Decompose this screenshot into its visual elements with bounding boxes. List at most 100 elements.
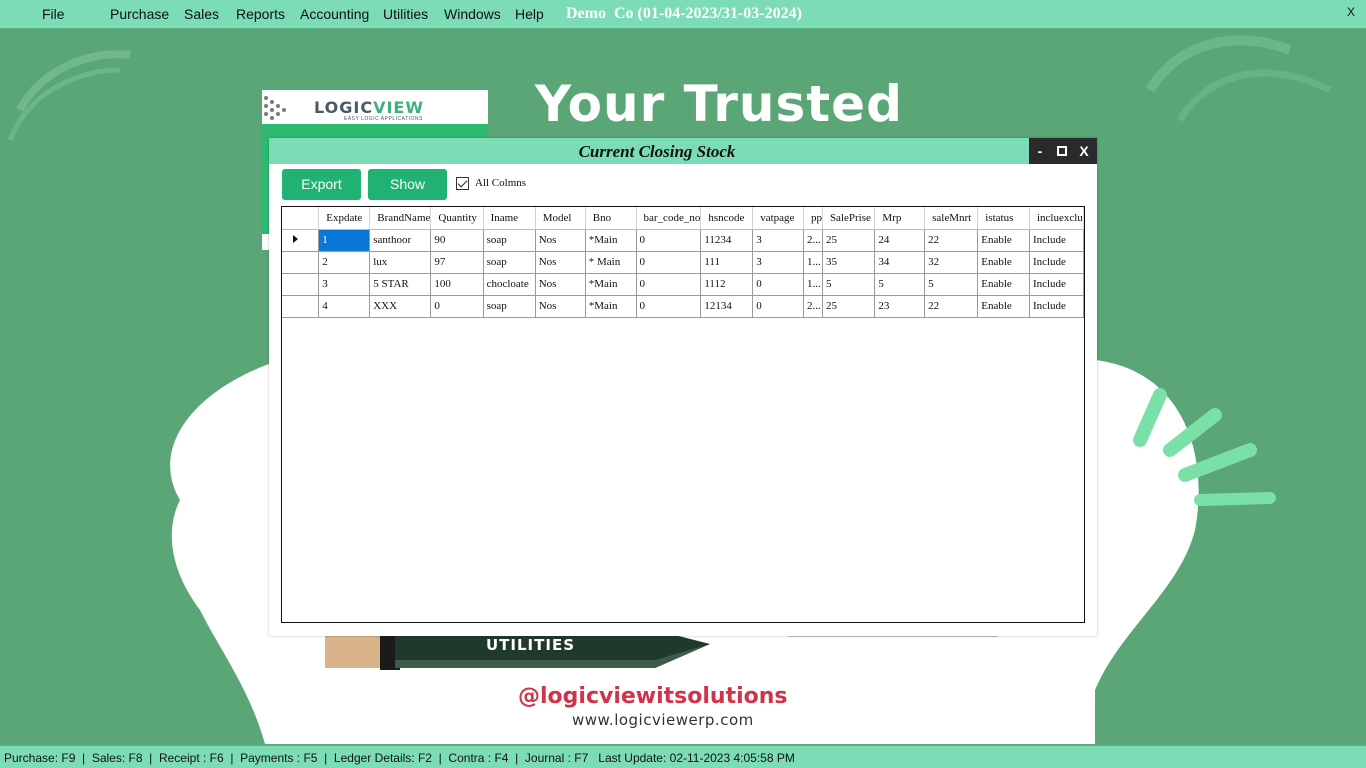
table-cell[interactable]: Enable xyxy=(977,273,1030,296)
minimize-button[interactable]: - xyxy=(1029,138,1051,164)
column-header-istatus[interactable]: istatus xyxy=(977,207,1030,230)
table-cell[interactable]: 3 xyxy=(752,251,804,274)
table-cell[interactable]: soap xyxy=(483,295,536,318)
column-header-bno[interactable]: Bno xyxy=(585,207,637,230)
row-header[interactable] xyxy=(282,295,320,318)
column-header-saleprise[interactable]: SalePrise xyxy=(822,207,876,230)
table-cell[interactable]: 0 xyxy=(636,273,702,296)
close-button[interactable]: X xyxy=(1073,138,1095,164)
table-cell[interactable]: 5 STAR xyxy=(369,273,432,296)
table-cell[interactable]: Nos xyxy=(535,295,586,318)
table-cell[interactable]: lux xyxy=(369,251,432,274)
menu-sales[interactable]: Sales xyxy=(184,6,219,22)
table-cell[interactable]: 12134 xyxy=(700,295,754,318)
column-header-quantity[interactable]: Quantity xyxy=(430,207,484,230)
table-cell[interactable]: 1... xyxy=(803,273,823,296)
column-header-hsncode[interactable]: hsncode xyxy=(700,207,754,230)
app-close-button[interactable]: X xyxy=(1347,5,1355,19)
menu-reports[interactable]: Reports xyxy=(236,6,285,22)
table-cell[interactable]: *Main xyxy=(585,229,637,252)
table-cell[interactable]: 5 xyxy=(822,273,876,296)
table-cell[interactable]: 35 xyxy=(822,251,876,274)
table-cell[interactable]: 111 xyxy=(700,251,754,274)
export-button[interactable]: Export xyxy=(282,169,361,200)
table-cell[interactable]: 100 xyxy=(430,273,484,296)
column-header-mrp[interactable]: Mrp xyxy=(874,207,926,230)
table-row[interactable]: 2 lux 97 soap Nos * Main 0 111 3 1... 35 34 32 Enable… xyxy=(282,251,1084,274)
table-row[interactable]: 4 XXX 0 soap Nos *Main 0 12134 0 2... 25 23 22 Enable… xyxy=(282,295,1084,318)
column-header-pp[interactable]: pp xyxy=(803,207,823,230)
table-cell[interactable]: 0 xyxy=(636,251,702,274)
column-header-expdate[interactable]: Expdate xyxy=(318,207,371,230)
table-cell[interactable]: 25 xyxy=(822,229,876,252)
menu-purchase[interactable]: Purchase xyxy=(110,6,169,22)
table-cell[interactable]: Enable xyxy=(977,295,1030,318)
menu-utilities[interactable]: Utilities xyxy=(383,6,428,22)
menu-help[interactable]: Help xyxy=(515,6,544,22)
table-cell[interactable]: 4 xyxy=(318,295,371,318)
table-cell[interactable]: 24 xyxy=(874,229,926,252)
table-cell[interactable]: 25 xyxy=(822,295,876,318)
table-row[interactable]: 35 STAR 100 chocloate Nos *Main 0 1112 0 1... 5 5 5… xyxy=(282,273,1084,296)
row-header[interactable] xyxy=(282,229,320,252)
show-button[interactable]: Show xyxy=(368,169,447,200)
table-cell[interactable]: Nos xyxy=(535,273,586,296)
table-cell[interactable]: Enable xyxy=(977,229,1030,252)
table-cell[interactable]: 34 xyxy=(874,251,926,274)
table-cell[interactable]: Include xyxy=(1029,251,1084,274)
table-cell[interactable]: 2 xyxy=(318,251,371,274)
table-cell[interactable]: 5 xyxy=(874,273,926,296)
table-cell[interactable]: 1 xyxy=(318,229,371,252)
table-cell[interactable]: 23 xyxy=(874,295,926,318)
table-cell[interactable]: 32 xyxy=(924,251,979,274)
table-cell[interactable]: * Main xyxy=(585,251,637,274)
table-cell[interactable]: 3 xyxy=(752,229,804,252)
column-header-vatpage[interactable]: vatpage xyxy=(752,207,804,230)
table-cell[interactable]: chocloate xyxy=(483,273,536,296)
column-header-model[interactable]: Model xyxy=(535,207,586,230)
table-cell[interactable]: 22 xyxy=(924,229,979,252)
column-header-brandname[interactable]: BrandName xyxy=(369,207,432,230)
row-header[interactable] xyxy=(282,273,320,296)
table-cell[interactable]: Include xyxy=(1029,229,1084,252)
table-cell[interactable]: 0 xyxy=(636,229,702,252)
column-header-incluexclu[interactable]: incluexclu xyxy=(1029,207,1084,230)
table-cell[interactable]: 22 xyxy=(924,295,979,318)
table-cell[interactable]: Nos xyxy=(535,229,586,252)
table-cell[interactable]: 0 xyxy=(430,295,484,318)
table-cell[interactable]: Include xyxy=(1029,273,1084,296)
table-cell[interactable]: 0 xyxy=(636,295,702,318)
table-cell[interactable]: *Main xyxy=(585,273,637,296)
table-cell[interactable]: 3 xyxy=(318,273,371,296)
menu-windows[interactable]: Windows xyxy=(444,6,501,22)
table-cell[interactable]: *Main xyxy=(585,295,637,318)
table-cell[interactable]: 2... xyxy=(803,229,823,252)
all-columns-checkbox[interactable] xyxy=(456,177,469,190)
table-cell[interactable]: Enable xyxy=(977,251,1030,274)
table-cell[interactable]: 0 xyxy=(752,295,804,318)
table-cell[interactable]: soap xyxy=(483,229,536,252)
stock-data-grid[interactable]: Expdate BrandName Quantity Iname Model Bno bar… xyxy=(281,206,1085,623)
table-cell[interactable]: XXX xyxy=(369,295,432,318)
table-cell[interactable]: Nos xyxy=(535,251,586,274)
table-cell[interactable]: Include xyxy=(1029,295,1084,318)
table-cell[interactable]: 5 xyxy=(924,273,979,296)
table-cell[interactable]: 2... xyxy=(803,295,823,318)
table-row[interactable]: 1 santhoor 90 soap Nos *Main 0 11234 3 2... 25 24 22… xyxy=(282,229,1084,252)
column-header-bar-code-no[interactable]: bar_code_no xyxy=(636,207,702,230)
table-cell[interactable]: 11234 xyxy=(700,229,754,252)
row-header[interactable] xyxy=(282,251,320,274)
table-cell[interactable]: 0 xyxy=(752,273,804,296)
menu-accounting[interactable]: Accounting xyxy=(300,6,369,22)
table-cell[interactable]: 1... xyxy=(803,251,823,274)
table-cell[interactable]: soap xyxy=(483,251,536,274)
column-header-iname[interactable]: Iname xyxy=(483,207,536,230)
table-cell[interactable]: 90 xyxy=(430,229,484,252)
table-cell[interactable]: santhoor xyxy=(369,229,432,252)
maximize-button[interactable] xyxy=(1051,138,1073,164)
table-cell[interactable]: 97 xyxy=(430,251,484,274)
table-cell[interactable]: 1112 xyxy=(700,273,754,296)
menu-file[interactable]: File xyxy=(42,6,65,22)
column-header-salemnrt[interactable]: saleMnrt xyxy=(924,207,979,230)
dialog-titlebar[interactable]: Current Closing Stock - X xyxy=(269,138,1097,164)
